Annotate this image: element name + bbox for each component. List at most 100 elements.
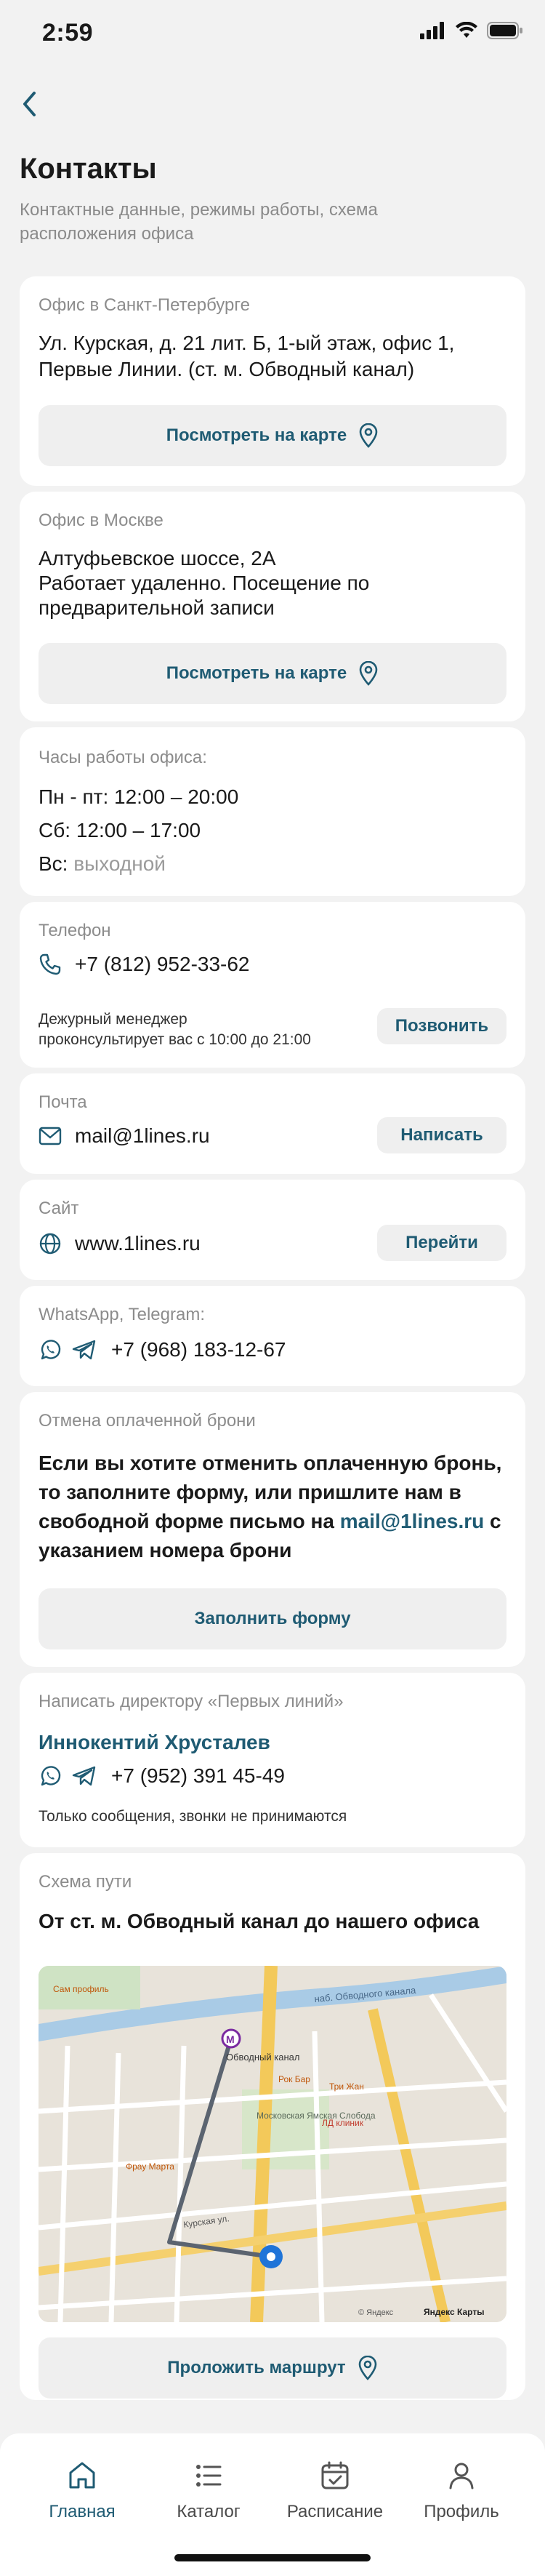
saturday-value: 12:00 – 17:00	[76, 819, 201, 841]
phone-note: Дежурный менеджер проконсультирует вас с…	[39, 1009, 311, 1050]
cancel-booking-card: Отмена оплаченной брони Если вы хотите о…	[20, 1392, 525, 1667]
map-attribution: © Яндекс	[358, 2308, 394, 2317]
write-button[interactable]: Написать	[377, 1117, 506, 1153]
phone-label: Телефон	[39, 921, 111, 940]
site-card: Сайт www.1lines.ru Перейти	[20, 1180, 525, 1280]
weekdays-label: Пн - пт:	[39, 785, 109, 808]
telegram-icon[interactable]	[72, 1765, 97, 1787]
list-icon	[196, 2465, 222, 2487]
route-title: От ст. м. Обводный канал до нашего офиса	[39, 1910, 480, 1932]
spb-office-card: Офис в Санкт-Петербурге Ул. Курская, д. …	[20, 276, 525, 486]
site-label: Сайт	[39, 1199, 79, 1218]
status-bar: 2:59	[0, 0, 545, 68]
messengers-card: WhatsApp, Telegram: +7 (968) 183-12-67	[20, 1286, 525, 1386]
cancel-line3: свободной форме письмо на mail@1lines.ru…	[39, 1507, 511, 1536]
phone-note-line1: Дежурный менеджер	[39, 1011, 187, 1028]
director-note: Только сообщения, звонки не принимаются	[39, 1808, 347, 1825]
site-row[interactable]: www.1lines.ru	[39, 1231, 201, 1257]
phone-card: Телефон +7 (812) 952-33-62 Дежурный мене…	[20, 902, 525, 1068]
go-button[interactable]: Перейти	[377, 1225, 506, 1261]
mail-icon	[39, 1127, 62, 1145]
route-label: Схема пути	[39, 1872, 132, 1892]
call-button[interactable]: Позвонить	[377, 1008, 506, 1044]
user-icon	[449, 2463, 474, 2489]
spb-address-line1: Ул. Курская, д. 21 лит. Б, 1-ый этаж, оф…	[39, 332, 455, 354]
map-poi-4: Фрау Марта	[126, 2161, 174, 2172]
msk-office-label: Офис в Москве	[39, 511, 164, 530]
tab-schedule[interactable]: Расписание	[280, 2460, 389, 2522]
back-button[interactable]	[15, 86, 44, 122]
hours-sunday: Вс: выходной	[39, 851, 166, 877]
location-pin-icon	[358, 2356, 376, 2380]
director-name[interactable]: Иннокентий Хрусталев	[39, 1729, 270, 1756]
phone-row[interactable]: +7 (812) 952-33-62	[39, 951, 250, 977]
cancel-line4: указанием номера брони	[39, 1539, 292, 1561]
home-icon	[69, 2462, 95, 2489]
svg-text:М: М	[226, 2033, 235, 2045]
view-map-label: Посмотреть на карте	[166, 425, 347, 445]
hours-weekdays: Пн - пт: 12:00 – 20:00	[39, 784, 238, 810]
mail-card: Почта mail@1lines.ru Написать	[20, 1073, 525, 1174]
site-value: www.1lines.ru	[75, 1232, 201, 1255]
tab-home[interactable]: Главная	[28, 2460, 137, 2522]
spb-address-line2: Первые Линии. (ст. м. Обводный канал)	[39, 358, 415, 380]
whatsapp-icon[interactable]	[39, 1338, 62, 1361]
whatsapp-icon[interactable]	[39, 1764, 62, 1788]
route-card: Схема пути От ст. м. Обводный канал до н…	[20, 1853, 525, 2400]
tab-catalog[interactable]: Каталог	[154, 2460, 263, 2522]
weekdays-value: 12:00 – 20:00	[114, 785, 239, 808]
mail-value: mail@1lines.ru	[75, 1124, 210, 1147]
status-time: 2:59	[42, 19, 94, 47]
messengers-row[interactable]: +7 (968) 183-12-67	[39, 1337, 286, 1363]
spb-view-map-button[interactable]: Посмотреть на карте	[39, 405, 506, 466]
cancel-line1: Если вы хотите отменить оплаченную бронь…	[39, 1452, 502, 1474]
msk-note-line1: Работает удаленно. Посещение по	[39, 572, 370, 594]
messengers-number: +7 (968) 183-12-67	[111, 1338, 286, 1361]
view-map-label: Посмотреть на карте	[166, 663, 347, 683]
tab-schedule-label: Расписание	[286, 2502, 384, 2521]
fill-form-button[interactable]: Заполнить форму	[39, 1588, 506, 1649]
location-pin-icon	[359, 423, 378, 448]
location-pin-icon	[359, 661, 378, 686]
map-poi-2: Три Жан	[329, 2081, 364, 2092]
build-route-label: Проложить маршрут	[167, 2358, 346, 2377]
phone-note-line2: проконсультирует вас с 10:00 до 21:00	[39, 1031, 311, 1048]
mail-label: Почта	[39, 1092, 87, 1112]
sunday-label: Вс:	[39, 852, 68, 875]
route-map[interactable]: М Обводный канал наб. Обводного канала К…	[39, 1966, 506, 2322]
status-icons	[420, 22, 523, 39]
home-indicator	[174, 2554, 371, 2561]
tab-profile[interactable]: Профиль	[407, 2460, 516, 2522]
phone-number: +7 (812) 952-33-62	[75, 953, 250, 975]
mail-row[interactable]: mail@1lines.ru	[39, 1123, 210, 1149]
signal-icon	[420, 22, 444, 39]
page-title: Контакты	[20, 153, 157, 185]
director-number: +7 (952) 391 45-49	[111, 1764, 285, 1787]
battery-icon	[487, 22, 522, 39]
map-poi-1: Рок Бар	[278, 2074, 310, 2084]
map-brand: Яндекс Карты	[424, 2307, 484, 2317]
tab-profile-label: Профиль	[424, 2502, 499, 2521]
map-poi-6: Сам профиль	[53, 1984, 109, 1994]
cancel-line2: то заполните форму, или пришлите нам в	[39, 1481, 461, 1503]
msk-view-map-button[interactable]: Посмотреть на карте	[39, 643, 506, 704]
cancel-email-link[interactable]: mail@1lines.ru	[340, 1510, 485, 1532]
phone-icon	[39, 953, 61, 975]
telegram-icon[interactable]	[72, 1339, 97, 1361]
director-contacts-row[interactable]: +7 (952) 391 45-49	[39, 1763, 285, 1789]
hours-saturday: Сб: 12:00 – 17:00	[39, 817, 201, 844]
office-hours-card: Часы работы офиса: Пн - пт: 12:00 – 20:0…	[20, 727, 525, 896]
hours-label: Часы работы офиса:	[39, 748, 207, 767]
tab-home-label: Главная	[49, 2502, 116, 2521]
map-metro-label: Обводный канал	[226, 2052, 299, 2063]
director-label: Написать директору «Первых линий»	[39, 1692, 344, 1711]
sunday-value: выходной	[73, 852, 166, 875]
wifi-icon	[456, 22, 477, 38]
page-subtitle: Контактные данные, режимы работы, схема …	[20, 200, 378, 244]
cancel-text: Если вы хотите отменить оплаченную бронь…	[39, 1449, 511, 1565]
build-route-button[interactable]: Проложить маршрут	[39, 2337, 506, 2399]
calendar-icon	[321, 2461, 349, 2489]
map-poi-5: Московская Ямская Слобода	[257, 2111, 376, 2121]
tab-catalog-label: Каталог	[177, 2502, 241, 2521]
messengers-label: WhatsApp, Telegram:	[39, 1305, 205, 1324]
